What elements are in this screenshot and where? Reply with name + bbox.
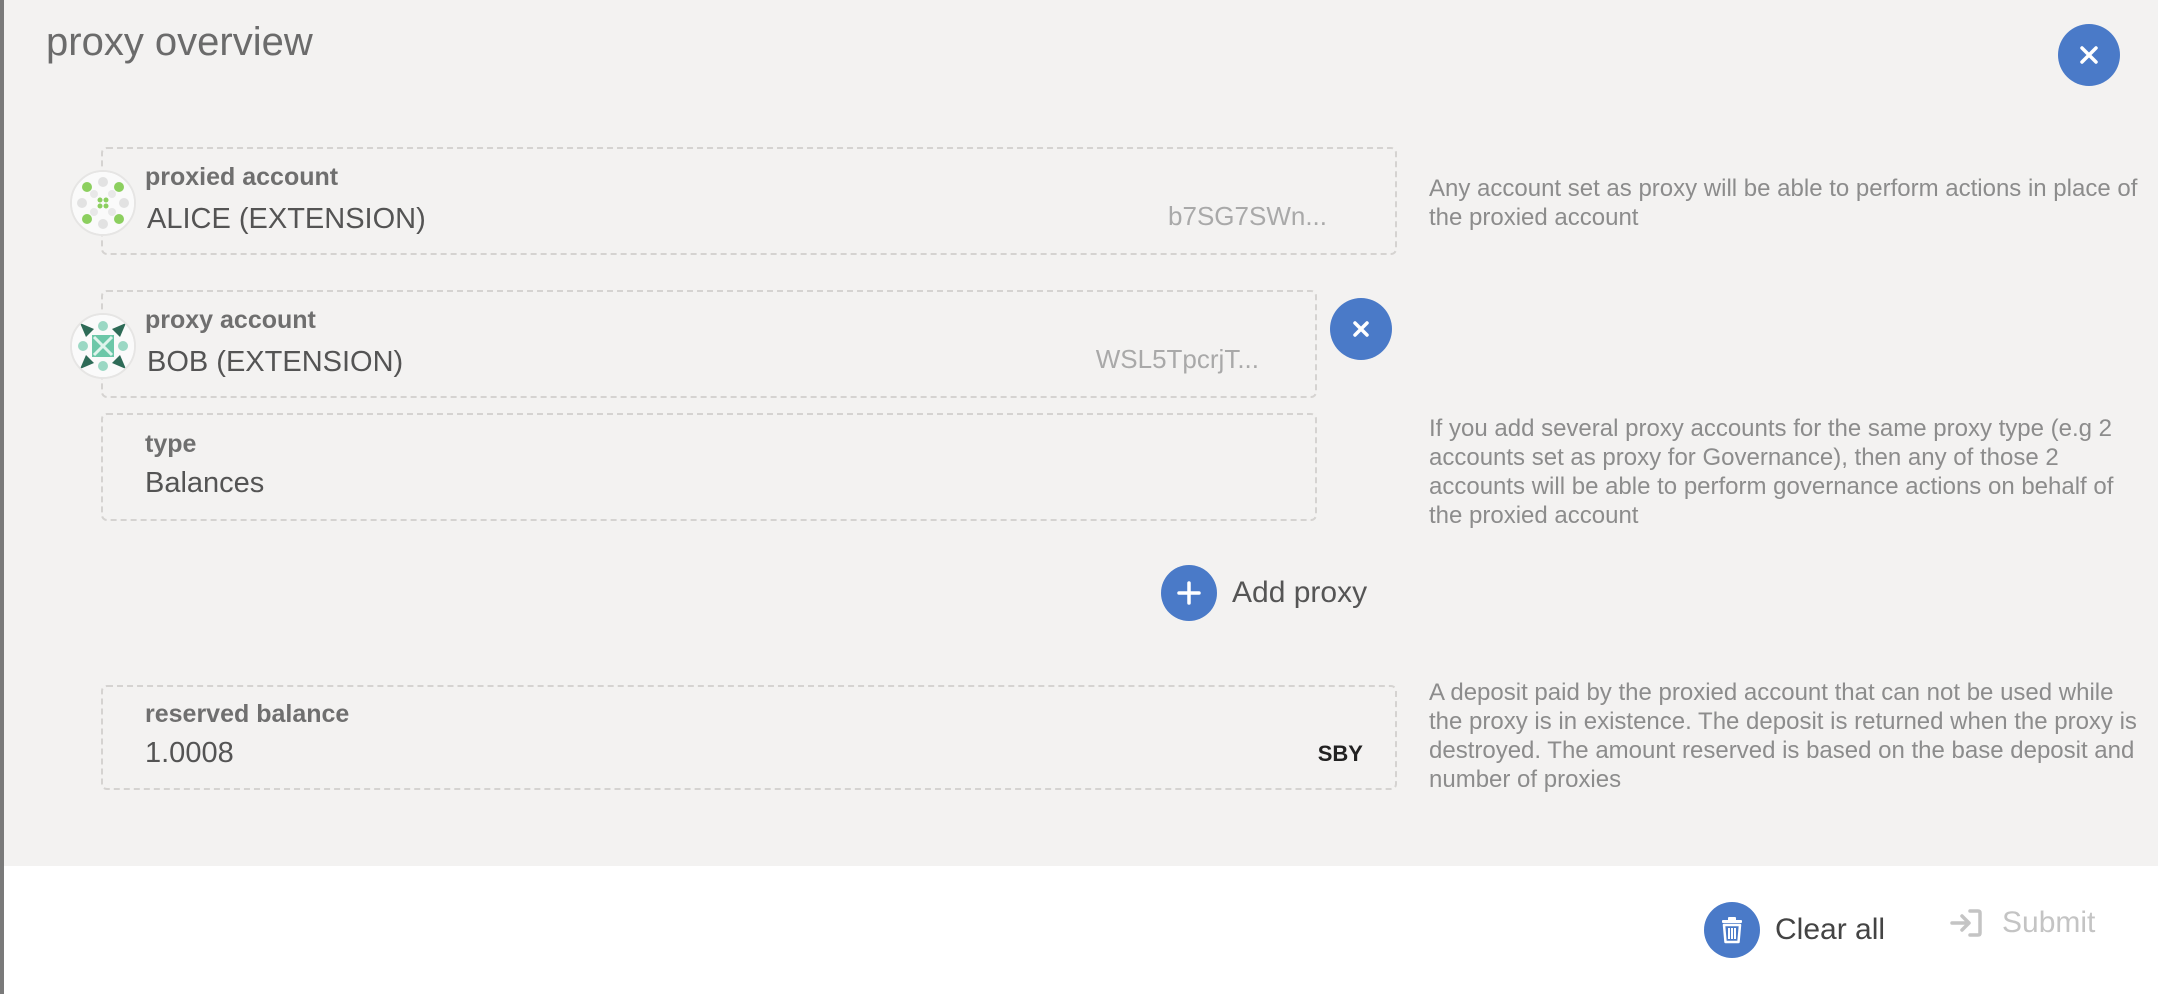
clear-all-button[interactable]: Clear all [1704,902,1885,958]
proxied-account-identicon [70,170,136,236]
sign-in-icon [1950,909,1982,937]
modal-footer: Clear all Submit [4,866,2158,994]
proxy-account-address: WSL5TpcrjT... [1095,344,1259,374]
add-proxy-button[interactable]: Add proxy [1161,565,1367,621]
proxy-type-dropdown[interactable]: type Balances [101,413,1317,521]
trash-icon [1722,917,1742,944]
reserved-balance-field: reserved balance 1.0008 SBY [101,685,1397,790]
submit-button[interactable]: Submit [1950,906,2095,940]
reserved-balance-value: 1.0008 [145,737,234,769]
plus-icon [1177,581,1201,605]
add-proxy-label: Add proxy [1232,576,1368,609]
proxy-account-field[interactable]: proxy account BOB (EXTENSION) WSL5TpcrjT… [101,290,1317,398]
close-modal-button[interactable] [2058,24,2120,86]
proxy-type-help: If you add several proxy accounts for th… [1429,415,2114,529]
reserved-balance-label: reserved balance [145,700,350,728]
proxy-type-label: type [145,430,197,458]
close-icon [2080,46,2098,64]
reserved-balance-help: A deposit paid by the proxied account th… [1429,679,2137,793]
modal-title: proxy overview [46,20,313,64]
proxied-account-label: proxied account [145,163,339,191]
proxied-account-field[interactable]: proxied account ALICE (EXTENSION) b7SG7S… [101,147,1397,255]
proxied-account-address: b7SG7SWn... [1168,201,1327,231]
clear-all-label: Clear all [1775,913,1886,946]
submit-label: Submit [2002,906,2096,939]
close-icon [1353,321,1369,337]
proxied-account-name: ALICE (EXTENSION) [147,203,426,235]
add-proxy-icon-circle [1161,565,1217,621]
remove-proxy-button[interactable] [1330,298,1392,360]
proxy-overview-modal: proxy overview proxied account ALICE (EX… [4,0,2158,994]
proxy-account-label: proxy account [145,306,316,334]
proxied-account-help: Any account set as proxy will be able to… [1429,175,2138,231]
proxy-account-name: BOB (EXTENSION) [147,346,404,378]
proxy-account-identicon [70,313,136,379]
proxy-type-value: Balances [145,467,265,499]
reserved-balance-unit: SBY [1317,741,1363,766]
clear-all-icon-circle [1704,902,1760,958]
